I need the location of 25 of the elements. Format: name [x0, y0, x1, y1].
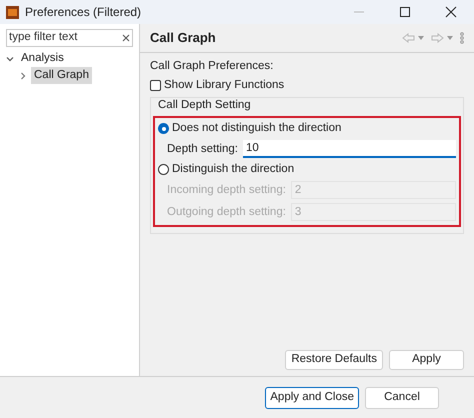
- tree-item[interactable]: Analysis: [18, 50, 67, 68]
- field-label: Depth setting:: [167, 142, 238, 157]
- chevron-down-icon[interactable]: [6, 54, 14, 62]
- field-label: Incoming depth setting:: [167, 182, 286, 198]
- depth-field[interactable]: 10: [242, 140, 456, 158]
- page-button[interactable]: Restore Defaults: [285, 350, 383, 370]
- dialog-button[interactable]: Cancel: [365, 386, 439, 408]
- radio-button[interactable]: [158, 164, 169, 176]
- radio-label[interactable]: Does not distinguish the direction: [172, 120, 342, 138]
- window-title: Preferences (Filtered): [25, 4, 142, 21]
- radio-button[interactable]: [158, 123, 169, 134]
- clear-icon[interactable]: [122, 34, 130, 42]
- page-button[interactable]: Apply: [389, 350, 464, 370]
- checkbox[interactable]: [150, 80, 161, 92]
- dialog-button[interactable]: Apply and Close: [265, 386, 359, 408]
- field-label: Outgoing depth setting:: [167, 204, 286, 220]
- group-title: Call Depth Setting: [157, 98, 252, 112]
- tree-item[interactable]: Call Graph: [31, 66, 92, 84]
- page-title: Call Graph: [150, 29, 216, 48]
- filter-field[interactable]: type filter text: [6, 29, 133, 47]
- chevron-right-icon[interactable]: [19, 72, 27, 80]
- checkbox-label[interactable]: Show Library Functions: [164, 77, 284, 94]
- section-label: Call Graph Preferences:: [150, 59, 274, 74]
- radio-label[interactable]: Distinguish the direction: [172, 161, 294, 178]
- app-logo-icon: [6, 6, 19, 18]
